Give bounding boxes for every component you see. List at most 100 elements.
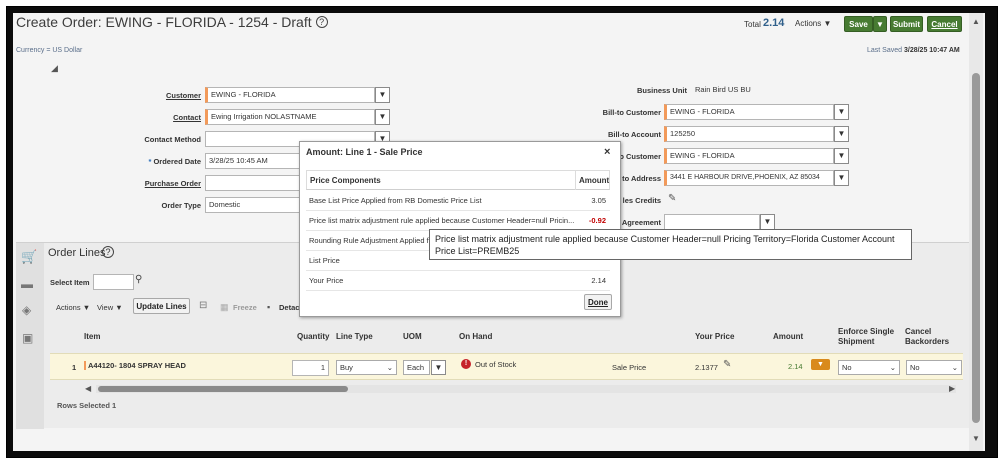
update-lines-button[interactable]: Update Lines bbox=[133, 298, 190, 314]
business-unit-label: Business Unit bbox=[636, 86, 687, 95]
ordered-date-label: * Ordered Date bbox=[148, 157, 201, 166]
save-dropdown-button[interactable]: ▼ bbox=[873, 16, 887, 32]
bill-to-account-label: Bill-to Account bbox=[607, 130, 661, 139]
ordered-date-field[interactable]: 3/28/25 10:45 AM bbox=[205, 153, 305, 169]
purchase-order-field[interactable] bbox=[205, 175, 305, 191]
done-button[interactable]: Done bbox=[584, 294, 612, 310]
row-your-price: 2.1377 bbox=[695, 363, 718, 372]
order-lines-title: Order Lines bbox=[48, 247, 106, 259]
caret-down-icon: ▼ bbox=[876, 20, 884, 29]
submit-button[interactable]: Submit bbox=[890, 16, 923, 32]
pencil-icon[interactable]: ✎ bbox=[723, 359, 731, 370]
uom-dropdown[interactable]: ▼ bbox=[431, 360, 446, 375]
customer-label: Customer bbox=[165, 91, 201, 100]
col-line-type[interactable]: Line Type bbox=[336, 332, 373, 341]
help-icon[interactable]: ? bbox=[315, 16, 328, 28]
lines-actions-menu[interactable]: Actions ▼ bbox=[56, 303, 90, 312]
cart-icon[interactable]: 🛒 bbox=[21, 249, 37, 265]
order-type-field[interactable]: Domestic bbox=[205, 197, 305, 213]
scroll-down-icon[interactable]: ▼ bbox=[972, 434, 980, 443]
close-icon[interactable]: × bbox=[604, 146, 610, 158]
help-icon[interactable]: ? bbox=[102, 246, 114, 258]
caret-down-icon: ▼ bbox=[378, 90, 387, 99]
row-price-type: Sale Price bbox=[612, 363, 647, 372]
ship-to-address-field[interactable]: 3441 E HARBOUR DRIVE,PHOENIX, AZ 85034 bbox=[664, 170, 834, 186]
col-price-components: Price Components bbox=[310, 176, 381, 185]
bill-to-account-field[interactable]: 125250 bbox=[664, 126, 834, 142]
col-quantity[interactable]: Quantity bbox=[297, 332, 329, 341]
row-enforce-shipment-select[interactable]: No ⌄ bbox=[838, 360, 900, 375]
save-button[interactable]: Save bbox=[844, 16, 873, 32]
scroll-left-icon[interactable]: ◀ bbox=[85, 384, 91, 393]
col-your-price[interactable]: Your Price bbox=[695, 332, 734, 341]
caret-down-icon: ▼ bbox=[115, 303, 123, 312]
contact-method-label: Contact Method bbox=[144, 135, 201, 144]
cancel-button[interactable]: Cancel bbox=[927, 16, 962, 32]
actions-menu[interactable]: Actions ▼ bbox=[795, 19, 831, 28]
detach-button[interactable]: Detac bbox=[279, 303, 299, 312]
price-component-row: Base List Price Applied from RB Domestic… bbox=[306, 191, 610, 211]
select-item-label: Select Item bbox=[50, 278, 90, 287]
select-item-input[interactable] bbox=[93, 274, 134, 290]
collapse-triangle-icon[interactable]: ◢ bbox=[51, 63, 58, 74]
contact-dropdown[interactable]: ▼ bbox=[375, 109, 390, 125]
column-divider bbox=[575, 171, 576, 190]
columns-icon[interactable]: ⊟ bbox=[199, 300, 207, 311]
horizontal-scroll-thumb[interactable] bbox=[98, 386, 348, 392]
customer-dropdown[interactable]: ▼ bbox=[375, 87, 390, 103]
vertical-scroll-thumb[interactable] bbox=[972, 73, 980, 423]
contact-field[interactable]: Ewing Irrigation NOLASTNAME bbox=[205, 109, 375, 125]
order-type-label: Order Type bbox=[161, 201, 201, 210]
agreement-dropdown[interactable]: ▼ bbox=[760, 214, 775, 230]
freeze-button[interactable]: Freeze bbox=[233, 303, 257, 312]
scroll-up-icon[interactable]: ▲ bbox=[972, 17, 980, 26]
col-on-hand[interactable]: On Hand bbox=[459, 332, 492, 341]
price-component-row: Your Price 2.14 bbox=[306, 271, 610, 291]
col-cancel-backorders[interactable]: Cancel Backorders bbox=[905, 327, 949, 347]
row-uom-select[interactable]: Each bbox=[403, 360, 430, 375]
chevron-down-icon: ⌄ bbox=[386, 363, 393, 372]
caret-down-icon: ▼ bbox=[837, 107, 846, 116]
row-quantity-input[interactable]: 1 bbox=[292, 360, 329, 376]
pencil-icon[interactable]: ✎ bbox=[668, 193, 676, 204]
caret-down-icon: ▼ bbox=[837, 129, 846, 138]
col-dialog-amount: Amount bbox=[579, 176, 610, 185]
bill-to-account-dropdown[interactable]: ▼ bbox=[834, 126, 849, 142]
scroll-right-icon[interactable]: ▶ bbox=[949, 384, 955, 393]
row-line-type-select[interactable]: Buy ⌄ bbox=[336, 360, 397, 375]
dialog-title: Amount: Line 1 - Sale Price bbox=[306, 147, 423, 157]
ship-to-customer-dropdown[interactable]: ▼ bbox=[834, 148, 849, 164]
row-amount[interactable]: 2.14 bbox=[788, 362, 803, 371]
caret-down-icon: ▼ bbox=[823, 19, 832, 28]
col-enforce-single-shipment[interactable]: Enforce Single Shipment bbox=[838, 327, 894, 347]
col-amount[interactable]: Amount bbox=[773, 332, 803, 341]
lines-view-menu[interactable]: View ▼ bbox=[97, 303, 123, 312]
bill-to-customer-dropdown[interactable]: ▼ bbox=[834, 104, 849, 120]
amount-details-icon[interactable]: ▼ bbox=[811, 359, 830, 370]
document-icon[interactable]: ▣ bbox=[22, 331, 33, 345]
caret-down-icon: ▼ bbox=[378, 112, 387, 121]
vertical-scrollbar[interactable]: ▲ ▼ bbox=[969, 13, 983, 451]
agreement-field[interactable] bbox=[664, 214, 760, 230]
business-unit-value: Rain Bird US BU bbox=[695, 85, 751, 94]
last-saved: Last Saved 3/28/25 10:47 AM bbox=[867, 47, 960, 54]
total-value: 2.14 bbox=[763, 17, 785, 29]
order-window: Create Order: EWING - FLORIDA - 1254 - D… bbox=[13, 13, 985, 451]
rows-selected: Rows Selected 1 bbox=[57, 401, 117, 410]
page-title: Create Order: EWING - FLORIDA - 1254 - D… bbox=[16, 14, 328, 30]
caret-down-icon: ▼ bbox=[837, 173, 846, 182]
row-item[interactable]: A44120- 1804 SPRAY HEAD bbox=[84, 361, 186, 370]
col-item[interactable]: Item bbox=[84, 332, 100, 341]
search-icon[interactable]: ⚲ bbox=[135, 274, 142, 285]
truck-icon[interactable]: ▬ bbox=[21, 277, 33, 291]
customer-field[interactable]: EWING - FLORIDA bbox=[205, 87, 375, 103]
price-component-row[interactable]: Price list matrix adjustment rule applie… bbox=[306, 211, 610, 231]
bill-to-customer-field[interactable]: EWING - FLORIDA bbox=[664, 104, 834, 120]
ship-to-address-dropdown[interactable]: ▼ bbox=[834, 170, 849, 186]
col-uom[interactable]: UOM bbox=[403, 332, 422, 341]
tag-icon[interactable]: ◈ bbox=[22, 303, 31, 317]
row-on-hand: Out of Stock bbox=[475, 360, 517, 369]
bill-to-customer-label: Bill-to Customer bbox=[602, 108, 661, 117]
ship-to-customer-field[interactable]: EWING - FLORIDA bbox=[664, 148, 834, 164]
row-cancel-backorders-select[interactable]: No ⌄ bbox=[906, 360, 962, 375]
